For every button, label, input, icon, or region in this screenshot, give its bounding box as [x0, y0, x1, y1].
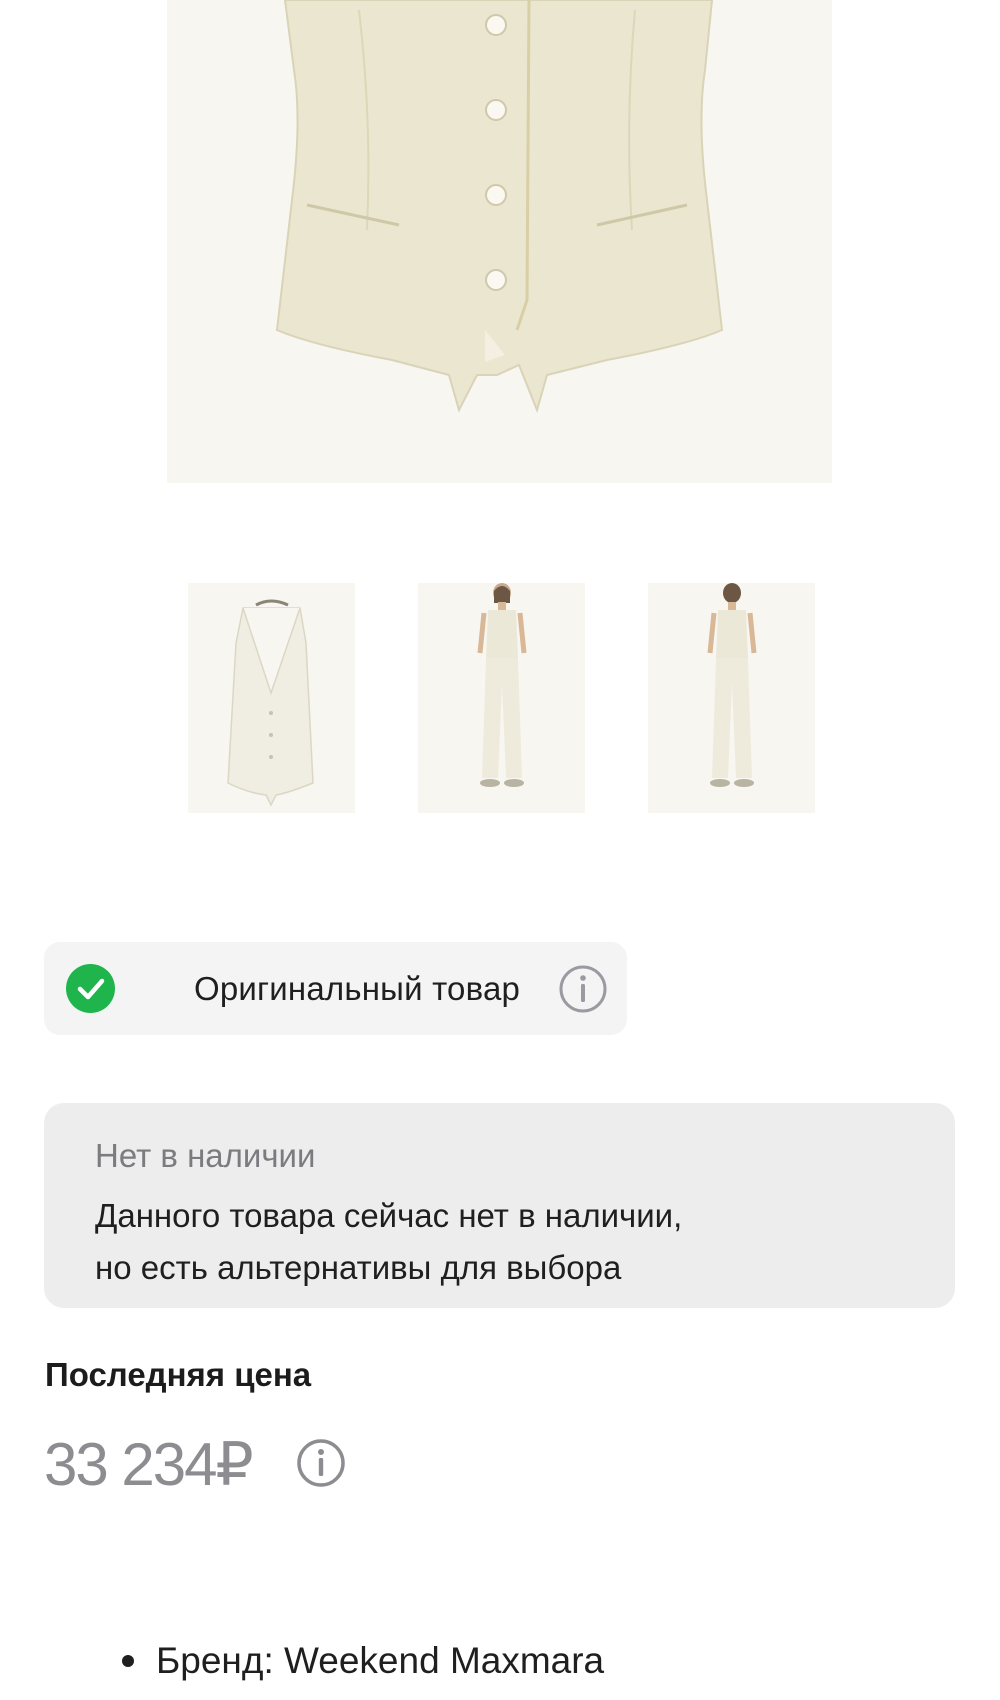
original-product-badge[interactable]: Оригинальный товар: [44, 942, 627, 1035]
thumbnail-vest-front[interactable]: [188, 583, 355, 813]
stock-message: Данного товара сейчас нет в наличии, но …: [95, 1190, 915, 1294]
thumbnail-model-back[interactable]: [648, 583, 815, 813]
thumbnail-model-front[interactable]: [418, 583, 585, 813]
out-of-stock-card: Нет в наличии Данного товара сейчас нет …: [44, 1103, 955, 1308]
bullet: [122, 1655, 134, 1667]
info-icon[interactable]: [296, 1438, 346, 1488]
stock-message-line-1: Данного товара сейчас нет в наличии,: [95, 1197, 683, 1234]
stock-message-line-2: но есть альтернативы для выбора: [95, 1249, 622, 1286]
product-details-item: Бренд: Weekend Maxmara: [122, 1640, 604, 1682]
last-price-label: Последняя цена: [45, 1356, 312, 1393]
product-main-image[interactable]: [167, 0, 832, 483]
thumbnail-strip: [0, 583, 1000, 813]
brand-text: Бренд: Weekend Maxmara: [156, 1640, 605, 1681]
badge-label: Оригинальный товар: [194, 970, 521, 1007]
stock-status: Нет в наличии: [95, 1137, 316, 1174]
price-value: 33 234₽: [44, 1431, 254, 1498]
check-circle-icon: [66, 964, 115, 1013]
info-icon[interactable]: [558, 964, 608, 1014]
